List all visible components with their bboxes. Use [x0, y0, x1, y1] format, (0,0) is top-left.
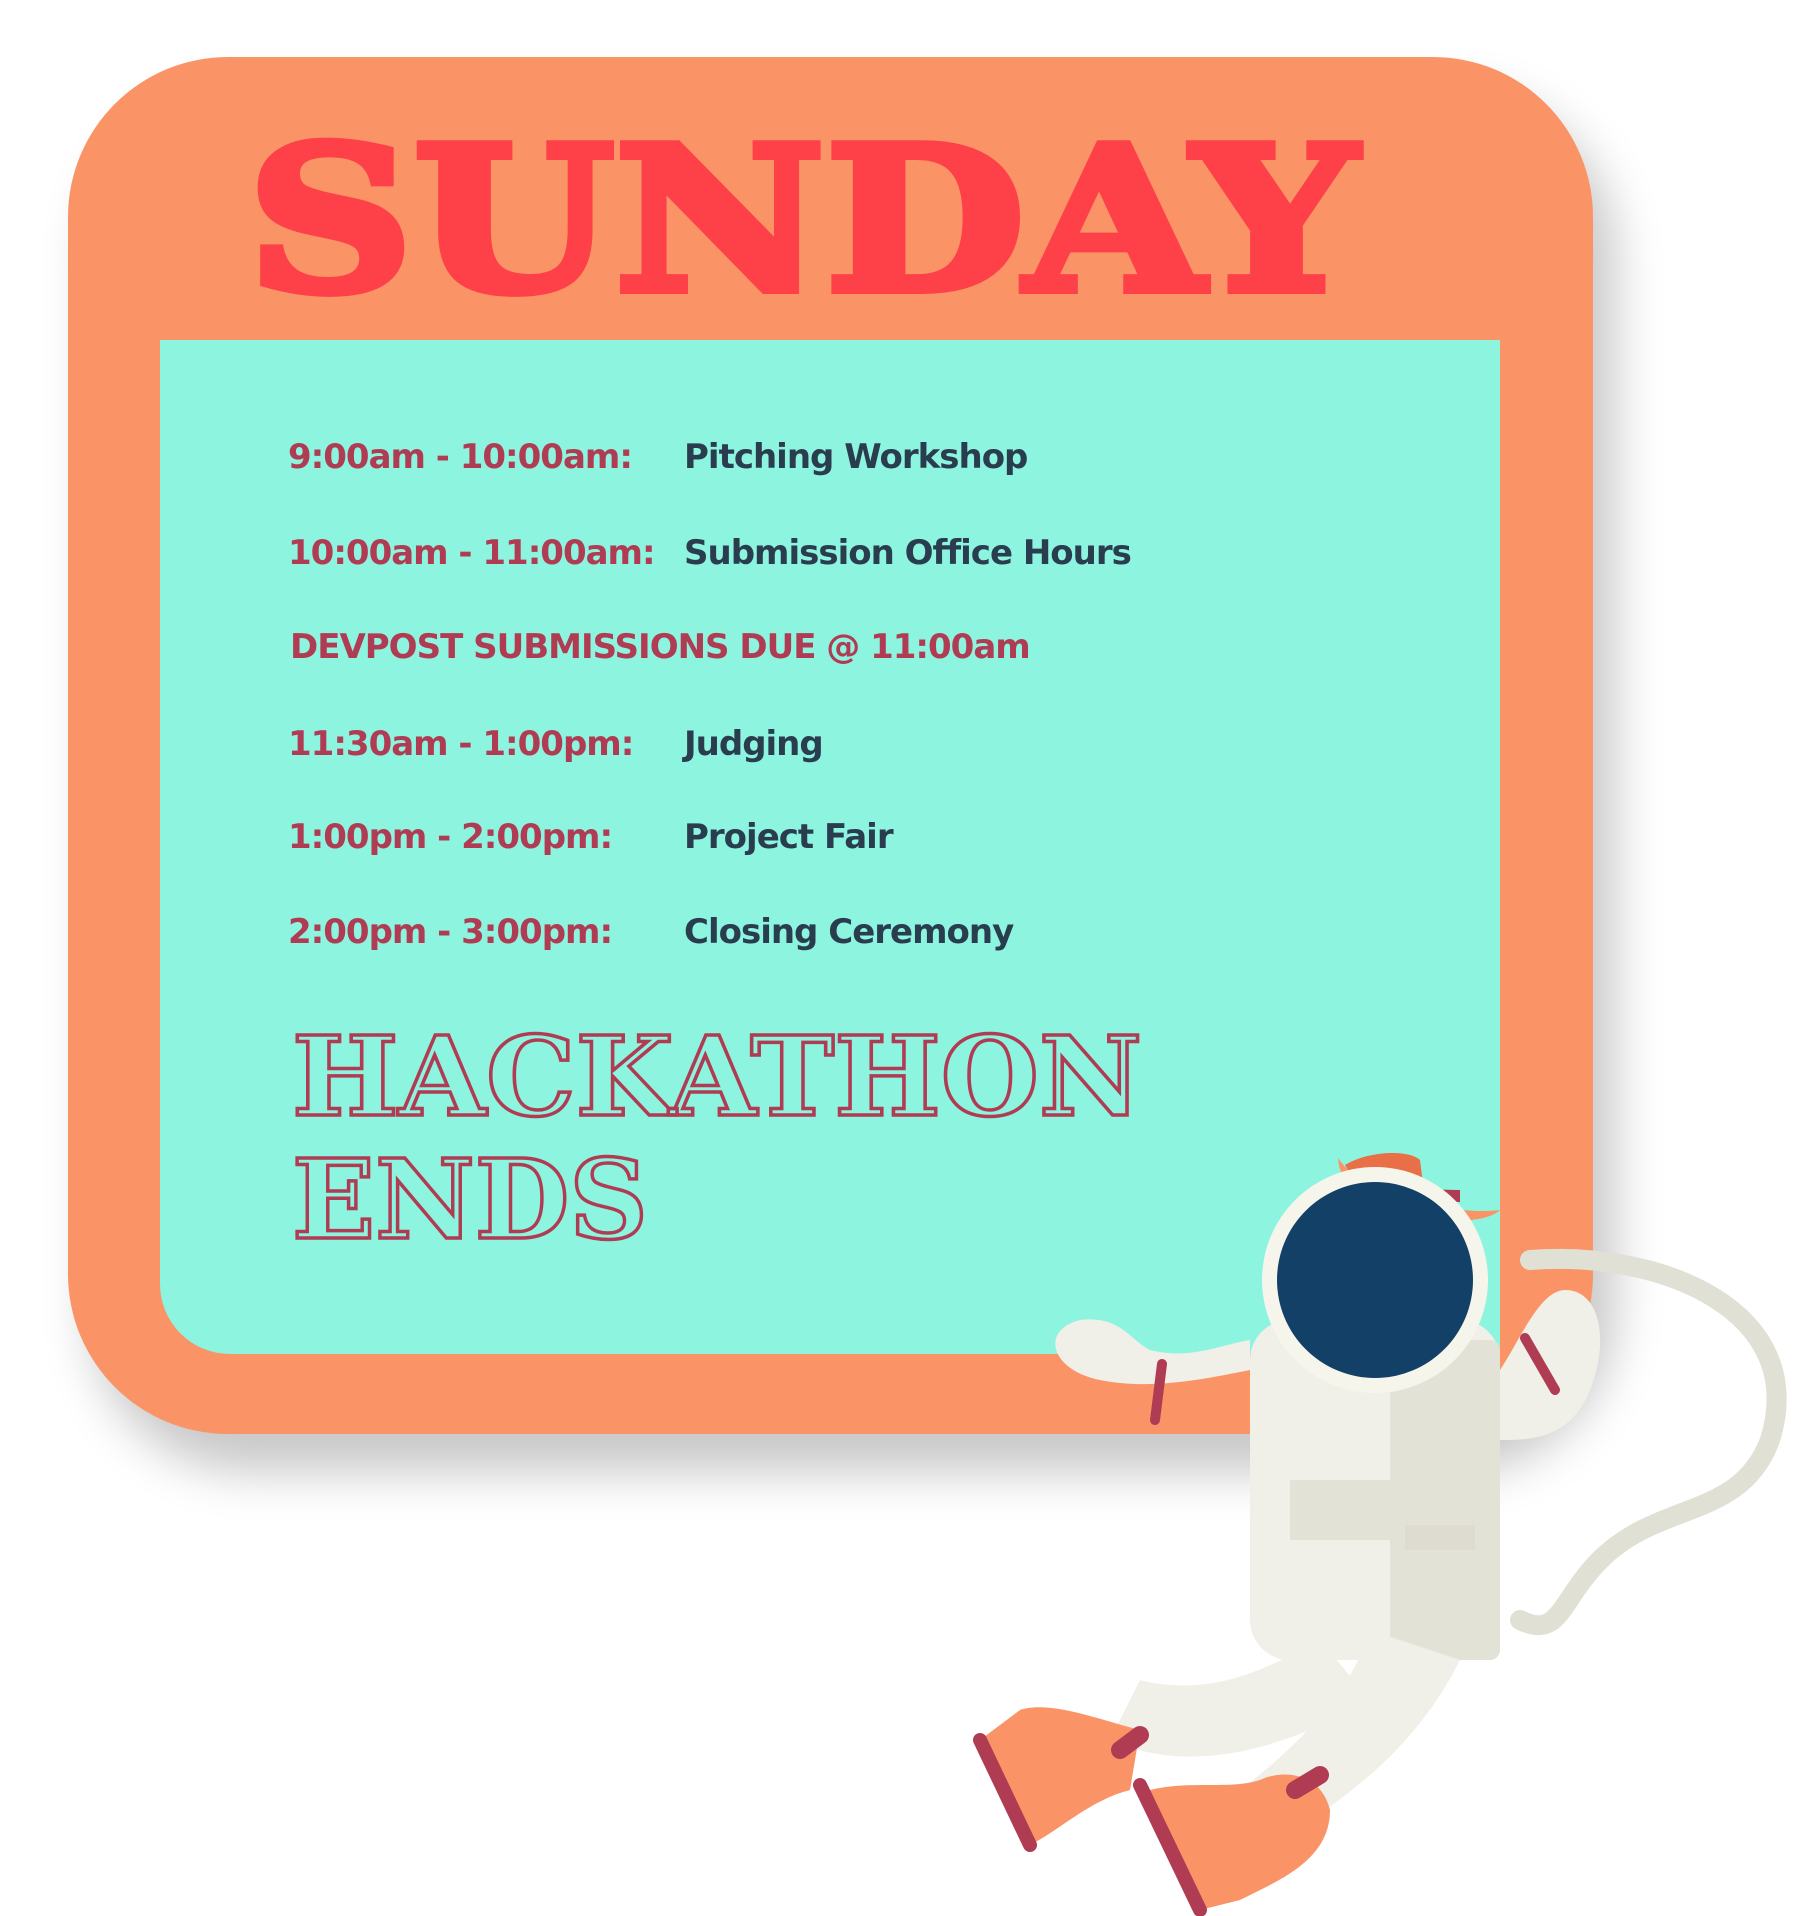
schedule-time: 10:00am - 11:00am: [288, 533, 656, 573]
closing-line-2: ENDS [292, 1135, 648, 1264]
left-boot-icon [973, 1707, 1149, 1852]
schedule-event: Pitching Workshop [684, 437, 1028, 477]
day-title-text: SUNDAY [247, 120, 1360, 320]
schedule-time: 2:00pm - 3:00pm: [288, 912, 613, 952]
schedule-event: Closing Ceremony [684, 912, 1014, 952]
schedule-time: 11:30am - 1:00pm: [288, 724, 634, 764]
visor [1277, 1182, 1473, 1378]
right-arm [1500, 1290, 1601, 1440]
closing-line-1: HACKATHON [292, 1012, 1142, 1141]
astronaut-illustration [900, 1140, 1807, 1916]
left-arm [1055, 1319, 1250, 1385]
schedule-event: Judging [684, 724, 824, 764]
schedule-time: 9:00am - 10:00am: [288, 437, 633, 477]
deadline-notice: DEVPOST SUBMISSIONS DUE @ 11:00am [290, 627, 1031, 667]
schedule-time: 1:00pm - 2:00pm: [288, 817, 613, 857]
day-title: SUNDAY [240, 120, 1365, 320]
right-boot-icon [1133, 1766, 1330, 1916]
schedule-event: Project Fair [684, 817, 894, 857]
schedule-event: Submission Office Hours [684, 533, 1132, 573]
